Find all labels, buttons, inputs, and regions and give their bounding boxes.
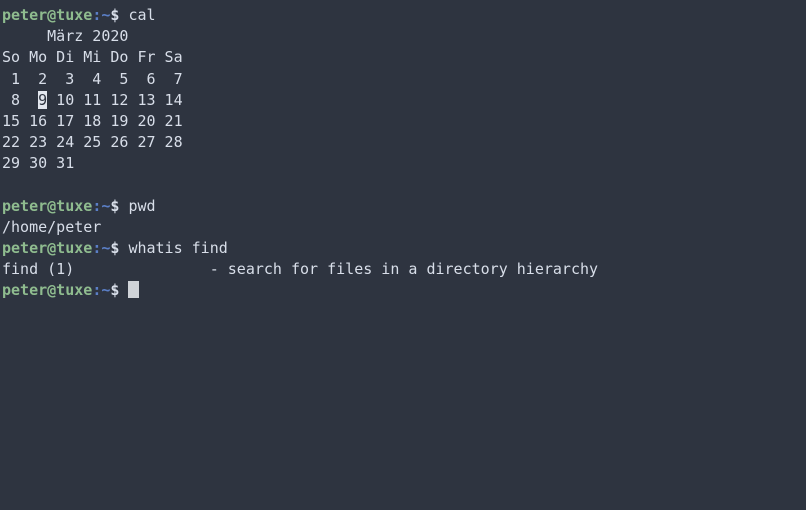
command-text-pwd: pwd bbox=[128, 196, 156, 215]
prompt-colon: : bbox=[92, 196, 102, 215]
prompt-user-host: peter@tuxe bbox=[2, 281, 93, 300]
cal-weekday-header: So Mo Di Mi Do Fr Sa bbox=[2, 48, 183, 67]
command-text-cal: cal bbox=[128, 6, 156, 24]
cal-week2-suffix: 10 11 12 13 14 bbox=[47, 90, 183, 109]
prompt-colon: : bbox=[92, 239, 102, 258]
command-text-whatis: whatis find bbox=[128, 239, 228, 258]
terminal-line-cmd-pwd: peter@tuxe:~$ pwd bbox=[2, 196, 806, 217]
cal-week-row-4: 22 23 24 25 26 27 28 bbox=[2, 133, 183, 152]
prompt-user-host: peter@tuxe bbox=[2, 239, 93, 258]
terminal-line-cmd-cal: peter@tuxe:~$ cal bbox=[2, 5, 806, 26]
terminal-window[interactable]: peter@tuxe:~$ cal März 2020 So Mo Di Mi … bbox=[0, 0, 806, 510]
text-cursor[interactable] bbox=[128, 281, 139, 299]
prompt-colon: : bbox=[92, 281, 102, 300]
prompt-user-host: peter@tuxe bbox=[2, 196, 93, 215]
output-pwd: /home/peter bbox=[2, 217, 102, 236]
prompt-colon: : bbox=[92, 6, 102, 24]
cal-week-row-1: 1 2 3 4 5 6 7 bbox=[2, 69, 183, 88]
cal-week2-prefix: 8 bbox=[2, 90, 39, 109]
cal-title: März 2020 bbox=[2, 27, 129, 46]
terminal-line-cmd-whatis: peter@tuxe:~$ whatis find bbox=[2, 238, 806, 259]
cal-week-row-3: 15 16 17 18 19 20 21 bbox=[2, 111, 183, 130]
cal-week-row-5: 29 30 31 bbox=[2, 154, 75, 173]
output-whatis: find (1) - search for files in a directo… bbox=[2, 260, 599, 279]
cal-today-highlight: 9 bbox=[38, 90, 48, 109]
prompt-user-host: peter@tuxe bbox=[2, 6, 93, 24]
cal-week-row-2: 8 9 10 11 12 13 14 bbox=[2, 90, 806, 111]
terminal-line-active-prompt: peter@tuxe:~$ bbox=[2, 280, 806, 301]
